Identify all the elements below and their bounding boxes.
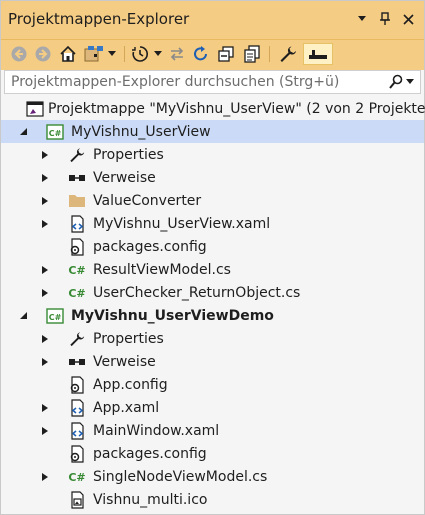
search-input[interactable]	[11, 73, 381, 91]
tree-row-project[interactable]: C# MyVishnu_UserView	[1, 120, 424, 143]
solution-icon	[26, 100, 44, 118]
tree-row-references[interactable]: Verweise	[1, 350, 424, 373]
chevron-down-icon[interactable]	[107, 43, 117, 65]
config-file-icon	[68, 444, 86, 463]
back-icon[interactable]	[9, 43, 29, 65]
tree-item-label: ResultViewModel.cs	[93, 261, 231, 278]
tree-row-file[interactable]: packages.config	[1, 442, 424, 465]
tree-row-file[interactable]: MyVishnu_UserView.xaml	[1, 212, 424, 235]
tree-item-label: MyVishnu_UserViewDemo	[71, 307, 274, 324]
xaml-file-icon	[68, 421, 86, 440]
tree-row-solution[interactable]: Projektmappe "MyVishnu_UserView" (2 von …	[1, 97, 425, 120]
preview-selected-items-icon[interactable]	[303, 43, 333, 65]
csharp-project-icon: C#	[46, 307, 64, 325]
tree-row-file[interactable]: MainWindow.xaml	[1, 419, 424, 442]
tree-item-label: Properties	[93, 330, 164, 347]
switch-views-icon[interactable]	[83, 43, 105, 65]
svg-text:C#: C#	[68, 471, 85, 484]
sync-with-active-document-icon[interactable]	[167, 43, 187, 65]
search-box[interactable]	[4, 70, 421, 94]
tree-row-file[interactable]: Vishnu_multi.ico	[1, 488, 424, 511]
tree-item-label: MyVishnu_UserView	[71, 123, 211, 140]
tree-item-label: UserChecker_ReturnObject.cs	[93, 284, 301, 301]
icon-file-icon	[68, 490, 86, 509]
tree-row-file[interactable]: packages.config	[1, 235, 424, 258]
tree-row-project[interactable]: C# MyVishnu_UserViewDemo	[1, 304, 424, 327]
tree-item-label: MainWindow.xaml	[93, 422, 220, 439]
home-icon[interactable]	[57, 43, 79, 65]
tree-row-file[interactable]: App.xaml	[1, 396, 424, 419]
csharp-file-icon: C#	[68, 284, 86, 302]
collapsed-arrow-icon[interactable]	[39, 172, 51, 184]
chevron-down-icon	[406, 79, 414, 84]
collapsed-arrow-icon[interactable]	[39, 425, 51, 437]
tree-row-file[interactable]: App.config	[1, 373, 424, 396]
collapsed-arrow-icon[interactable]	[39, 264, 51, 276]
tree-item-label: Properties	[93, 146, 164, 163]
tree-row-file[interactable]: C# SingleNodeViewModel.cs	[1, 465, 424, 488]
close-icon[interactable]	[401, 11, 415, 27]
tree-item-label: SingleNodeViewModel.cs	[93, 468, 268, 485]
config-file-icon	[68, 237, 86, 256]
solution-label: Projektmappe "MyVishnu_UserView" (2 von …	[48, 100, 425, 117]
window-title: Projektmappen-Explorer	[8, 10, 190, 28]
pin-icon[interactable]	[378, 11, 392, 27]
collapsed-arrow-icon[interactable]	[39, 287, 51, 299]
collapsed-arrow-icon[interactable]	[39, 195, 51, 207]
svg-text:C#: C#	[49, 313, 62, 322]
folder-icon	[68, 192, 86, 210]
svg-text:C#: C#	[49, 129, 62, 138]
tree-item-label: App.config	[93, 376, 168, 393]
svg-text:C#: C#	[68, 264, 85, 277]
tree-row-folder[interactable]: ValueConverter	[1, 189, 424, 212]
collapse-all-icon[interactable]	[215, 43, 237, 65]
collapsed-arrow-icon[interactable]	[39, 471, 51, 483]
forward-icon[interactable]	[33, 43, 53, 65]
chevron-down-icon[interactable]	[153, 43, 163, 65]
wrench-icon	[68, 330, 86, 348]
collapsed-arrow-icon[interactable]	[39, 356, 51, 368]
search-icon[interactable]	[389, 74, 414, 90]
csharp-file-icon: C#	[68, 468, 86, 486]
tree-item-label: packages.config	[93, 445, 207, 462]
collapsed-arrow-icon[interactable]	[39, 333, 51, 345]
tree-row-properties[interactable]: Properties	[1, 327, 424, 350]
xaml-file-icon	[68, 214, 86, 233]
expanded-arrow-icon[interactable]	[17, 310, 29, 322]
title-bar: Projektmappen-Explorer	[1, 1, 424, 39]
tree-row-file[interactable]: C# UserChecker_ReturnObject.cs	[1, 281, 424, 304]
collapsed-arrow-icon[interactable]	[39, 218, 51, 230]
collapsed-arrow-icon[interactable]	[39, 402, 51, 414]
collapsed-arrow-icon[interactable]	[39, 149, 51, 161]
pending-changes-filter-icon[interactable]	[129, 43, 151, 65]
show-all-files-icon[interactable]	[241, 43, 263, 65]
xaml-file-icon	[68, 398, 86, 417]
dropdown-arrow-icon[interactable]	[355, 11, 369, 27]
refresh-icon[interactable]	[191, 43, 211, 65]
tree-item-label: Verweise	[93, 353, 156, 370]
config-file-icon	[68, 375, 86, 394]
references-icon	[68, 169, 86, 187]
references-icon	[68, 353, 86, 371]
wrench-icon	[68, 146, 86, 164]
toolbar	[1, 39, 424, 70]
expanded-arrow-icon[interactable]	[17, 126, 29, 138]
tree-item-label: Verweise	[93, 169, 156, 186]
svg-text:C#: C#	[68, 287, 85, 300]
csharp-project-icon: C#	[46, 123, 64, 141]
tree-row-properties[interactable]: Properties	[1, 143, 424, 166]
tree-row-file[interactable]: C# ResultViewModel.cs	[1, 258, 424, 281]
solution-explorer-window: Projektmappen-Explorer Projektmappen-Exp…	[0, 0, 425, 515]
tree-item-label: ValueConverter	[93, 192, 202, 209]
tree-item-label: MyVishnu_UserView.xaml	[93, 215, 271, 232]
tree-item-label: Vishnu_multi.ico	[93, 491, 208, 508]
properties-wrench-icon[interactable]	[277, 43, 299, 65]
tree-row-references[interactable]: Verweise	[1, 166, 424, 189]
tree-item-label: packages.config	[93, 238, 207, 255]
csharp-file-icon: C#	[68, 261, 86, 279]
tree-item-label: App.xaml	[93, 399, 160, 416]
